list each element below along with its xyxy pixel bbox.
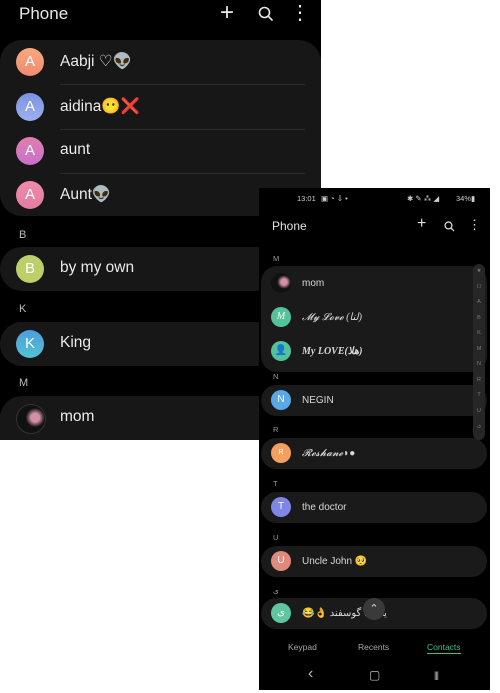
more-options-icon[interactable]: ⋮ [290,2,310,24]
tab-keypad[interactable]: Keypad [288,642,317,652]
system-navigation-bar: ‹ ▢ ||| [259,665,490,688]
contact-avatar: K [16,330,44,358]
add-contact-icon[interactable]: + [220,1,234,25]
contact-avatar: A [16,48,44,76]
contact-row[interactable]: N NEGIN [261,385,487,416]
contact-name: mom [302,278,325,289]
app-header: Phone + ⋮ [0,0,321,30]
contact-row[interactable]: 👤 My LOVE(هلا) [261,334,487,368]
index-item[interactable]: T [473,388,485,404]
section-header-k: K [19,303,27,315]
search-icon[interactable] [258,2,274,27]
index-item[interactable]: K [473,326,485,342]
index-item[interactable]: R [473,373,485,389]
status-bar: 13:01 ▣ ◔ ⇩ • ✱ ✎ ⁂ ◢ 34%▮ [259,194,490,206]
index-item[interactable]: U [473,404,485,420]
contact-row[interactable]: T the doctor [261,492,487,523]
contact-avatar: ی [271,603,291,623]
contact-name: 𝓜𝔂 𝓛𝓸𝓿𝓮 (لنا) [302,312,362,323]
index-scroller[interactable]: ★ ☐ A B K M N R T U ی [473,264,485,440]
battery-level: 34%▮ [456,194,476,203]
section-header-t: T [273,479,278,488]
section-header-m: M [273,254,280,263]
contact-name: My LOVE(هلا) [302,346,363,357]
contact-photo-avatar [271,273,291,293]
app-title: Phone [19,4,69,23]
add-contact-icon[interactable]: + [417,215,426,233]
index-item[interactable]: ☐ [473,280,485,296]
contact-name: by my own [60,259,135,276]
tab-recents[interactable]: Recents [358,642,389,652]
section-header-r: R [273,425,279,434]
system-icons: ✱ ✎ ⁂ ◢ [407,194,440,203]
right-phone-screenshot: 13:01 ▣ ◔ ⇩ • ✱ ✎ ⁂ ◢ 34%▮ Phone + ⋮ M m… [259,188,490,690]
search-icon[interactable] [444,220,455,235]
contact-group-m: mom M 𝓜𝔂 𝓛𝓸𝓿𝓮 (لنا) 👤 My LOVE(هلا) [261,266,487,372]
contact-avatar: A [16,181,44,209]
contact-avatar: U [271,551,291,571]
contact-name: aidina😶❌ [60,98,140,115]
contact-avatar: T [271,497,291,517]
section-header-m: M [19,377,29,389]
contact-photo-avatar [16,404,46,434]
contact-row[interactable]: R 𝓡𝓮𝓼𝓱𝓪𝓷𝓮◗● [261,438,487,469]
contact-name: Uncle John 🥺 [302,556,368,567]
section-header-u: U [273,533,279,542]
contact-name: NEGIN [302,395,334,406]
contact-avatar: A [16,137,44,165]
tab-contacts[interactable]: Contacts [427,642,461,654]
recent-apps-icon[interactable]: ||| [434,670,439,680]
contact-avatar: R [271,443,291,463]
contact-avatar: A [16,93,44,121]
app-title: Phone [272,219,307,233]
contact-avatar: M [271,307,291,327]
contact-row[interactable]: mom [261,266,487,300]
contact-row[interactable]: A Aabji ♡👽 [0,40,321,84]
section-header-n: N [273,372,279,381]
contact-name: mom [60,408,95,425]
notification-icons: ▣ ◔ ⇩ • [321,194,348,203]
contact-row[interactable]: U Uncle John 🥺 [261,546,487,577]
contact-avatar: N [271,390,291,410]
person-icon: 👤 [271,341,291,361]
more-options-icon[interactable]: ⋮ [468,217,481,233]
contact-name: Aabji ♡👽 [60,53,132,70]
contact-name: 𝓡𝓮𝓼𝓱𝓪𝓷𝓮◗● [302,448,356,459]
back-icon[interactable]: ‹ [308,665,313,683]
contact-name: Aunt👽 [60,186,112,203]
section-header-b: B [19,229,27,241]
index-item[interactable]: A [473,295,485,311]
index-item[interactable]: N [473,357,485,373]
status-time: 13:01 [297,194,316,203]
contact-row[interactable]: M 𝓜𝔂 𝓛𝓸𝓿𝓮 (لنا) [261,300,487,334]
index-favorites[interactable]: ★ [473,264,485,280]
contact-row[interactable]: A aunt [0,129,321,173]
contact-name: the doctor [302,502,347,513]
scroll-to-top-button[interactable]: ⌃ [363,598,385,620]
index-item[interactable]: B [473,311,485,327]
contact-name: aunt [60,141,91,158]
section-header-ye: ی [273,586,279,595]
contact-row[interactable]: A aidina😶❌ [0,85,321,129]
index-item[interactable]: ی [473,419,485,435]
home-icon[interactable]: ▢ [369,668,380,682]
bottom-tabs: Keypad Recents Contacts [259,638,490,658]
contact-avatar: B [16,255,44,283]
index-item[interactable]: M [473,342,485,358]
contact-name: King [60,334,92,351]
